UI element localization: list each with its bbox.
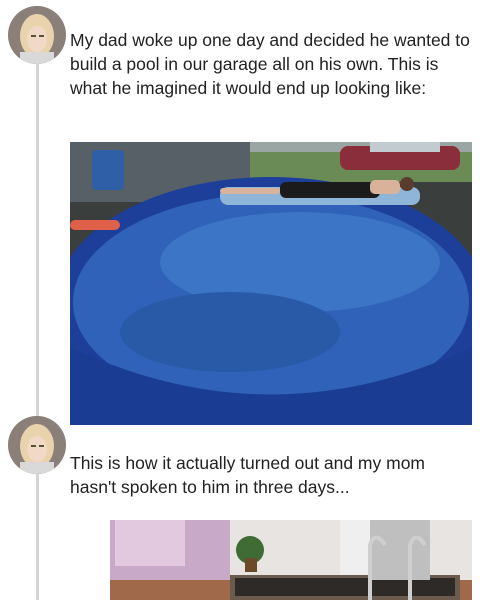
thread-line xyxy=(36,60,39,600)
user-avatar-icon[interactable] xyxy=(8,6,66,64)
post-text: This is how it actually turned out and m… xyxy=(70,453,426,497)
garage-photo xyxy=(70,520,472,600)
post-text: My dad woke up one day and decided he wa… xyxy=(70,30,470,98)
pool-photo xyxy=(70,142,472,425)
user-avatar-icon[interactable] xyxy=(8,416,66,474)
